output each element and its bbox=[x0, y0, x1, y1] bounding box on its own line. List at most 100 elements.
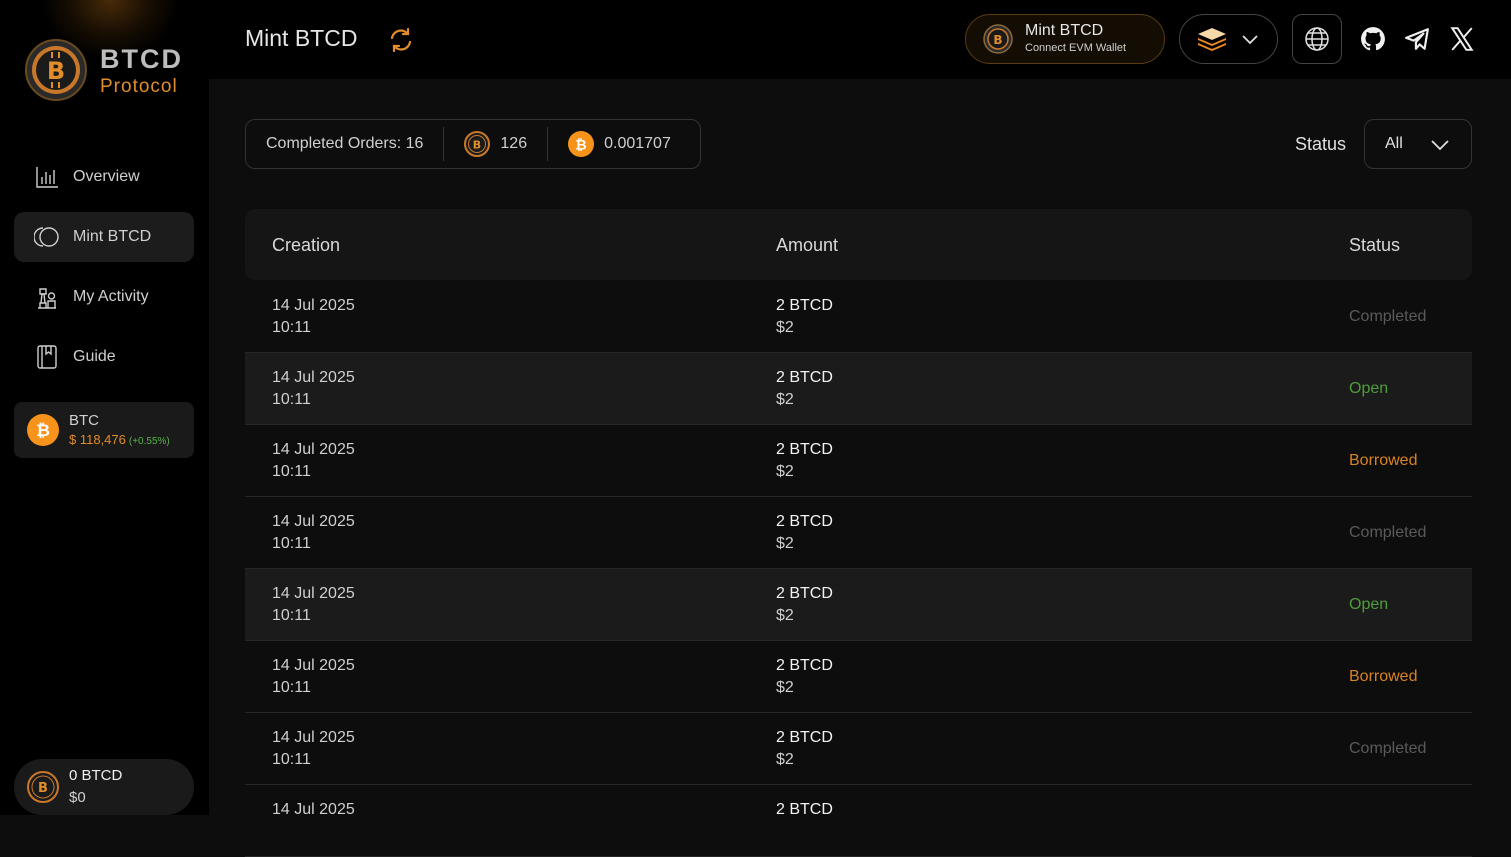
row-date: 14 Jul 2025 bbox=[272, 585, 355, 602]
brand-subtitle: Protocol bbox=[100, 76, 178, 97]
table-row[interactable]: 14 Jul 2025 10:11 2 BTCD $2 Open bbox=[245, 353, 1472, 425]
top-header: Mint BTCD B Mint BTCD Connect EVM Wallet bbox=[209, 0, 1511, 79]
svg-text:B: B bbox=[993, 33, 1002, 47]
x-twitter-icon[interactable] bbox=[1449, 26, 1475, 52]
column-header-creation: Creation bbox=[272, 235, 341, 255]
btc-price-value: $ 118,476 bbox=[69, 432, 126, 447]
activity-chess-icon bbox=[34, 284, 60, 310]
row-status: Open bbox=[1349, 596, 1389, 613]
mint-rings-icon bbox=[34, 224, 60, 250]
wallet-balance-card[interactable]: B 0 BTCD $0 bbox=[14, 759, 194, 815]
row-date: 14 Jul 2025 bbox=[272, 513, 355, 530]
orders-table-body: 14 Jul 2025 10:11 2 BTCD $2 Completed 14… bbox=[245, 281, 1472, 857]
bitcoin-icon: ₿ bbox=[568, 131, 595, 157]
row-amount: 2 BTCD bbox=[776, 585, 833, 602]
row-time: 10:11 bbox=[272, 463, 311, 480]
row-amount: 2 BTCD bbox=[776, 441, 833, 458]
network-selector[interactable] bbox=[1179, 14, 1278, 64]
sidebar-item-my-activity[interactable]: My Activity bbox=[14, 272, 194, 322]
chart-bars-icon bbox=[34, 164, 60, 190]
row-usd: $2 bbox=[776, 319, 794, 336]
globe-icon bbox=[1305, 27, 1329, 51]
btc-ticker-name: BTC bbox=[69, 412, 99, 429]
row-time: 10:11 bbox=[272, 607, 311, 624]
row-time: 10:11 bbox=[272, 535, 311, 552]
bitcoin-icon: ₿ bbox=[27, 414, 59, 446]
column-header-status: Status bbox=[1349, 235, 1401, 255]
sidebar-item-guide[interactable]: Guide bbox=[14, 332, 194, 382]
sidebar-item-overview[interactable]: Overview bbox=[14, 152, 194, 202]
row-amount: 2 BTCD bbox=[776, 369, 833, 386]
row-usd: $2 bbox=[776, 607, 794, 624]
language-button[interactable] bbox=[1292, 14, 1342, 64]
btc-price-change: (+0.55%) bbox=[128, 436, 170, 447]
btc-total-value: 0.001707 bbox=[604, 135, 671, 152]
svg-text:B: B bbox=[47, 57, 65, 85]
order-stats-bar: Completed Orders: 16 B 126 ₿ 0.001707 bbox=[245, 119, 701, 169]
row-amount: 2 BTCD bbox=[776, 801, 833, 818]
row-amount: 2 BTCD bbox=[776, 297, 833, 314]
row-usd: $2 bbox=[776, 751, 794, 768]
wallet-button-title: Mint BTCD bbox=[1025, 22, 1104, 39]
row-usd: $2 bbox=[776, 391, 794, 408]
brand-logo[interactable]: B BTCD Protocol bbox=[24, 38, 194, 102]
row-amount: 2 BTCD bbox=[776, 657, 833, 674]
completed-orders-text: Completed Orders: 16 bbox=[266, 135, 424, 152]
btcd-coin-icon: B bbox=[25, 39, 87, 101]
sidebar-item-label: Guide bbox=[73, 348, 116, 365]
btc-price-card: ₿ BTC $ 118,476 (+0.55%) bbox=[14, 402, 194, 458]
row-time: 10:11 bbox=[272, 391, 311, 408]
table-row[interactable]: 14 Jul 2025 10:11 2 BTCD $2 Completed bbox=[245, 713, 1472, 785]
row-date: 14 Jul 2025 bbox=[272, 297, 355, 314]
row-date: 14 Jul 2025 bbox=[272, 729, 355, 746]
row-date: 14 Jul 2025 bbox=[272, 801, 355, 818]
table-row[interactable]: 14 Jul 2025 10:11 2 BTCD $2 Borrowed bbox=[245, 425, 1472, 497]
btcd-total-stat: B 126 bbox=[444, 120, 547, 168]
row-status: Borrowed bbox=[1349, 668, 1418, 685]
btc-total-stat: ₿ 0.001707 bbox=[548, 120, 691, 168]
table-row[interactable]: 14 Jul 2025 10:11 2 BTCD $2 Completed bbox=[245, 497, 1472, 569]
connect-wallet-button[interactable]: B Mint BTCD Connect EVM Wallet bbox=[965, 14, 1165, 64]
column-header-amount: Amount bbox=[776, 235, 839, 255]
btcd-total-value: 126 bbox=[500, 135, 528, 152]
row-status: Completed bbox=[1349, 524, 1427, 541]
sidebar-item-mint-btcd[interactable]: Mint BTCD bbox=[14, 212, 194, 262]
row-status: Completed bbox=[1349, 308, 1427, 325]
sidebar-item-label: Mint BTCD bbox=[73, 228, 152, 245]
table-row[interactable]: 14 Jul 2025 10:11 2 BTCD $2 Open bbox=[245, 569, 1472, 641]
wallet-btcd-amount: 0 BTCD bbox=[69, 767, 123, 784]
row-status: Completed bbox=[1349, 740, 1427, 757]
row-date: 14 Jul 2025 bbox=[272, 369, 355, 386]
row-usd: $2 bbox=[776, 463, 794, 480]
btcd-coin-icon: B bbox=[27, 771, 59, 803]
row-time: 10:11 bbox=[272, 319, 311, 336]
btc-ticker-price: $ 118,476 (+0.55%) bbox=[69, 432, 170, 447]
row-status: Open bbox=[1349, 380, 1389, 397]
chevron-down-icon bbox=[1431, 140, 1449, 151]
wallet-usd-value: $0 bbox=[69, 789, 86, 806]
brand-name: BTCD bbox=[100, 44, 183, 74]
status-filter-label: Status bbox=[1295, 134, 1347, 154]
sidebar-nav: Overview Mint BTCD My Activity Guide bbox=[14, 152, 194, 392]
row-date: 14 Jul 2025 bbox=[272, 657, 355, 674]
status-filter-select[interactable]: All bbox=[1364, 119, 1472, 169]
table-row[interactable]: 14 Jul 2025 2 BTCD bbox=[245, 785, 1472, 857]
orders-table-header: Creation Amount Status bbox=[245, 209, 1472, 280]
btcd-coin-icon: B bbox=[464, 131, 491, 157]
table-row[interactable]: 14 Jul 2025 10:11 2 BTCD $2 Completed bbox=[245, 281, 1472, 353]
btcd-coin-icon: B bbox=[983, 24, 1013, 54]
github-icon[interactable] bbox=[1360, 26, 1386, 52]
telegram-icon[interactable] bbox=[1404, 26, 1430, 52]
svg-text:₿: ₿ bbox=[36, 421, 50, 441]
book-icon bbox=[34, 344, 60, 370]
table-row[interactable]: 14 Jul 2025 10:11 2 BTCD $2 Borrowed bbox=[245, 641, 1472, 713]
row-amount: 2 BTCD bbox=[776, 513, 833, 530]
row-status: Borrowed bbox=[1349, 452, 1418, 469]
refresh-icon[interactable] bbox=[387, 26, 415, 54]
svg-text:B: B bbox=[38, 781, 48, 796]
sidebar: B BTCD Protocol Overview Mint BTCD My Ac… bbox=[0, 0, 209, 815]
sidebar-item-label: My Activity bbox=[73, 288, 149, 305]
row-usd: $2 bbox=[776, 679, 794, 696]
row-time: 10:11 bbox=[272, 751, 311, 768]
wallet-button-subtitle: Connect EVM Wallet bbox=[1025, 42, 1127, 54]
